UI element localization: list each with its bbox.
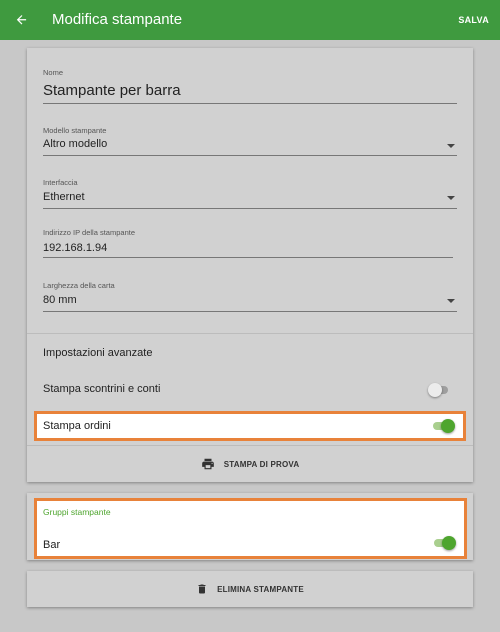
name-input[interactable]: Stampante per barra [43, 82, 181, 99]
name-field[interactable]: Nome Stampante per barra [43, 68, 457, 104]
printer-groups-card: Gruppi stampante Bar [27, 493, 473, 560]
delete-printer-label: ELIMINA STAMPANTE [217, 584, 304, 594]
group-item-bar-toggle[interactable] [432, 536, 456, 550]
name-underline [43, 103, 457, 104]
print-orders-toggle[interactable] [431, 419, 455, 433]
paper-width-select[interactable]: Larghezza della carta 80 mm [43, 281, 457, 312]
paper-width-value: 80 mm [43, 294, 77, 306]
printer-model-label: Modello stampante [43, 126, 107, 135]
trash-icon [198, 584, 206, 594]
print-orders-label: Stampa ordini [43, 420, 111, 432]
delete-printer-button[interactable]: ELIMINA STAMPANTE [27, 571, 473, 607]
printer-model-value: Altro modello [43, 138, 108, 150]
print-receipts-label: Stampa scontrini e conti [43, 383, 161, 395]
ip-address-input[interactable]: 192.168.1.94 [43, 242, 107, 254]
printer-model-underline [43, 155, 457, 156]
ip-address-field[interactable]: Indirizzo IP della stampante 192.168.1.9… [43, 228, 457, 258]
ip-address-underline [43, 257, 453, 258]
printer-model-select[interactable]: Modello stampante Altro modello [43, 126, 457, 156]
ip-address-label: Indirizzo IP della stampante [43, 228, 135, 237]
print-receipts-toggle[interactable] [428, 383, 450, 397]
app-bar: Modifica stampante SALVA [0, 0, 500, 40]
divider [27, 333, 473, 334]
print-orders-row[interactable]: Stampa ordini [34, 411, 466, 441]
printer-icon [201, 458, 214, 470]
delete-printer-card: ELIMINA STAMPANTE [27, 571, 473, 607]
page-title: Modifica stampante [52, 11, 183, 28]
interface-select[interactable]: Interfaccia Ethernet [43, 178, 457, 209]
interface-underline [43, 208, 457, 209]
printer-groups-section: Gruppi stampante Bar [34, 498, 467, 559]
group-item-bar-label: Bar [43, 539, 61, 551]
name-label: Nome [43, 68, 64, 77]
test-print-label: STAMPA DI PROVA [223, 459, 300, 469]
printer-groups-title: Gruppi stampante [43, 507, 111, 517]
interface-value: Ethernet [43, 191, 85, 203]
chevron-down-icon[interactable] [447, 299, 455, 303]
chevron-down-icon[interactable] [447, 196, 455, 200]
chevron-down-icon[interactable] [447, 144, 455, 148]
interface-label: Interfaccia [43, 178, 78, 187]
advanced-settings-heading: Impostazioni avanzate [43, 347, 153, 359]
save-button[interactable]: SALVA [458, 15, 489, 25]
paper-width-underline [43, 311, 457, 312]
test-print-button[interactable]: STAMPA DI PROVA [27, 446, 473, 482]
printer-settings-card: Nome Stampante per barra Modello stampan… [27, 48, 473, 482]
paper-width-label: Larghezza della carta [43, 281, 115, 290]
arrow-left-icon[interactable] [10, 8, 34, 32]
